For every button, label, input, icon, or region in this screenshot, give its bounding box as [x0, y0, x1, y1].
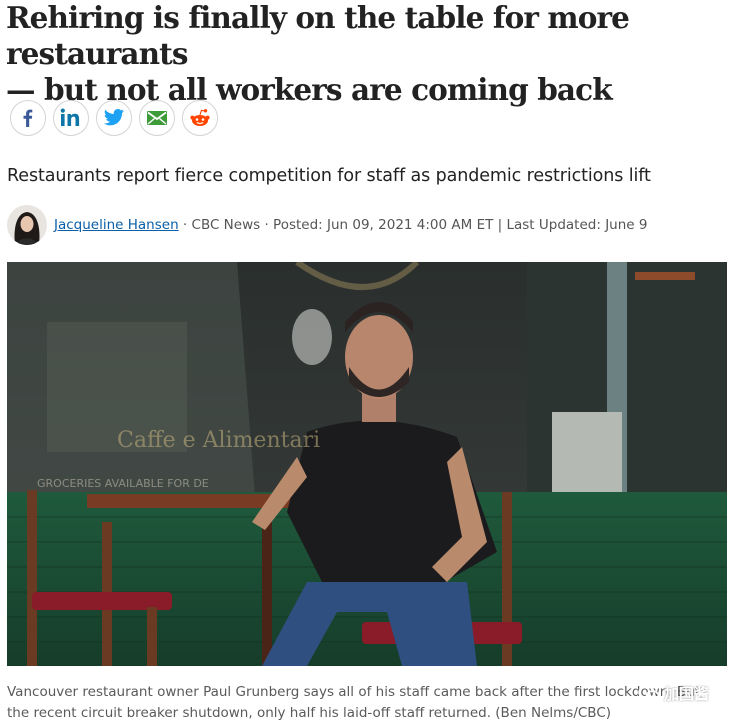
caption-line-1: Vancouver restaurant owner Paul Grunberg… [7, 684, 700, 700]
author-avatar[interactable] [7, 205, 47, 245]
byline-meta: · CBC News · Posted: Jun 09, 2021 4:00 A… [178, 217, 648, 233]
linkedin-icon [60, 108, 80, 126]
article-deck: Restaurants report fierce competition fo… [7, 166, 651, 186]
byline: Jacqueline Hansen · CBC News · Posted: J… [7, 205, 647, 245]
share-email-button[interactable] [139, 100, 175, 136]
window-sign-subtext: GROCERIES AVAILABLE FOR DE [37, 477, 209, 490]
headline-line-1: Rehiring is finally on the table for mor… [6, 0, 630, 71]
watermark: 加国酱 [638, 683, 709, 704]
article-headline: Rehiring is finally on the table for mor… [6, 0, 728, 108]
author-link[interactable]: Jacqueline Hansen [54, 217, 179, 233]
window-sign-text: Caffe e Alimentari [117, 428, 320, 453]
share-reddit-button[interactable] [182, 100, 218, 136]
restaurant-owner-photo: Caffe e Alimentari GROCERIES AVAILABLE F… [7, 262, 727, 666]
email-icon [147, 111, 167, 125]
reddit-icon [190, 109, 210, 126]
caption-line-2: the recent circuit breaker shutdown, onl… [7, 705, 612, 721]
article-photo[interactable]: Caffe e Alimentari GROCERIES AVAILABLE F… [7, 262, 727, 666]
share-linkedin-button[interactable] [53, 100, 89, 136]
wechat-icon [638, 685, 660, 702]
watermark-text: 加国酱 [663, 685, 709, 703]
share-facebook-button[interactable] [10, 100, 46, 136]
twitter-icon [103, 109, 125, 126]
share-twitter-button[interactable] [96, 100, 132, 136]
share-buttons [10, 100, 225, 138]
photo-caption: Vancouver restaurant owner Paul Grunberg… [7, 682, 729, 724]
facebook-icon [23, 109, 33, 127]
